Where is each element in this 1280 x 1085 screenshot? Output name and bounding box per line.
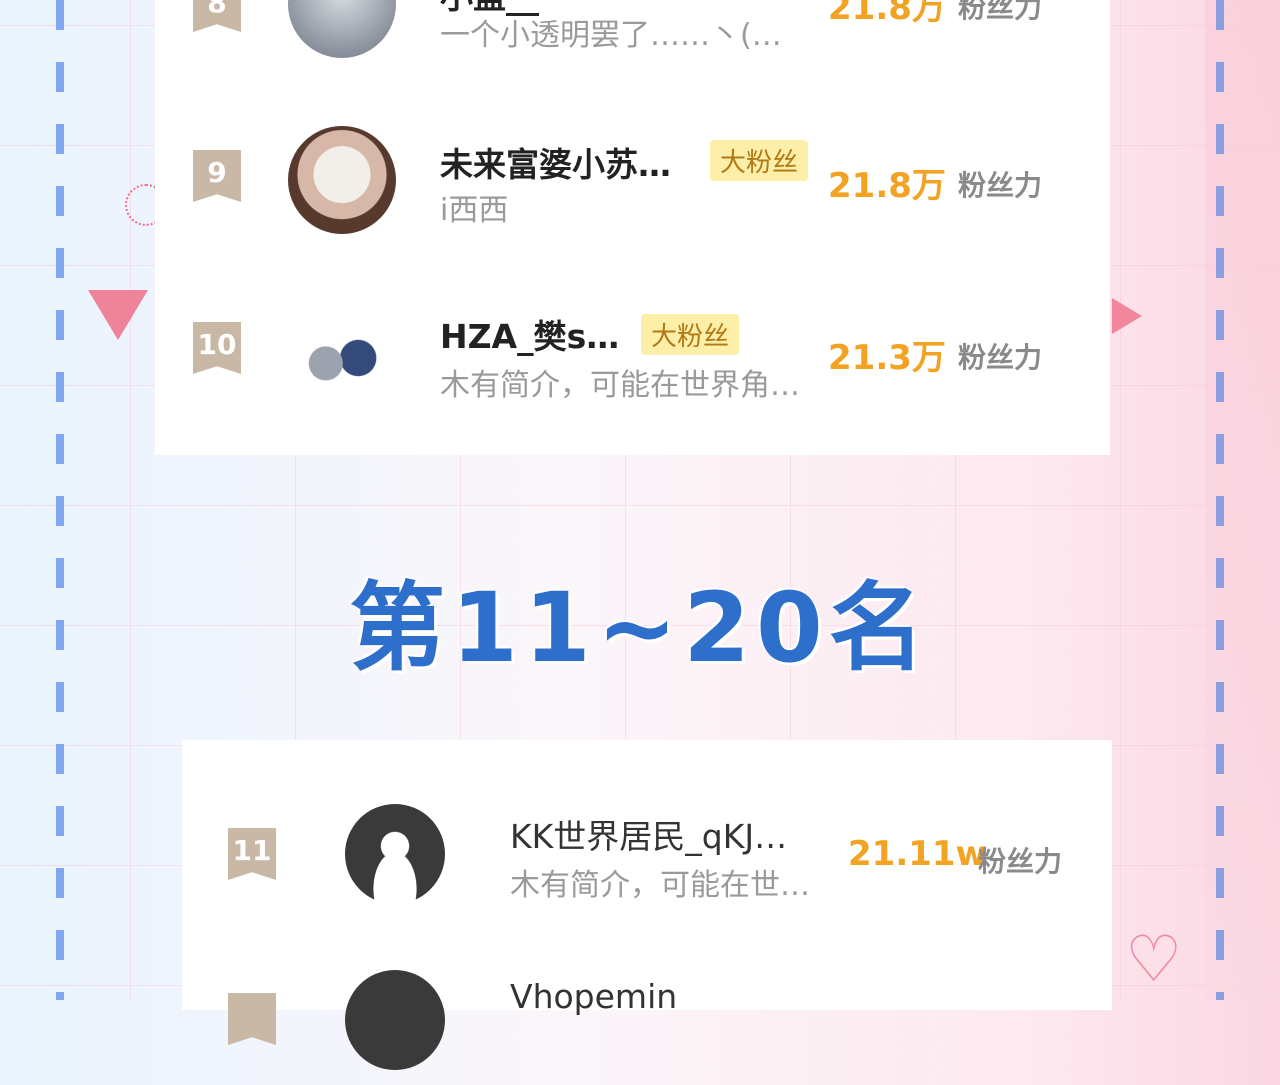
user-description: i西西 xyxy=(440,193,509,228)
fan-score-unit: 粉丝力 xyxy=(958,169,1043,202)
user-name[interactable]: Vhopemin xyxy=(510,977,677,1016)
triangle-decoration-icon xyxy=(88,290,148,340)
ranking-row-10[interactable]: 10 HZA_樊s… 大粉丝 木有简介，可能在世界角… 21.3万 粉丝力 xyxy=(155,300,1110,420)
fan-score: 21.8万 xyxy=(828,0,946,28)
rank-badge: 11 xyxy=(228,828,276,880)
rank-badge: 8 xyxy=(193,0,241,32)
avatar[interactable] xyxy=(345,804,445,904)
fan-tag: 大粉丝 xyxy=(710,140,809,181)
ranking-row-11[interactable]: 11 KK世界居民_qKJ… 木有简介，可能在世… 21.11w 粉丝力 xyxy=(182,800,1112,920)
user-name[interactable]: 未来富婆小苏… xyxy=(440,138,671,186)
user-description: 一个小透明罢了……丶(… xyxy=(440,18,782,53)
fan-score-unit: 粉丝力 xyxy=(958,0,1043,24)
avatar[interactable] xyxy=(288,304,396,412)
left-dashed-line xyxy=(56,0,64,1000)
fan-score: 21.11w xyxy=(848,834,987,874)
avatar[interactable] xyxy=(288,126,396,234)
avatar[interactable] xyxy=(345,970,445,1070)
user-name[interactable]: HZA_樊s… xyxy=(440,310,619,358)
avatar[interactable] xyxy=(288,0,396,58)
rank-badge: 10 xyxy=(193,322,241,374)
ranking-row-12[interactable]: Vhopemin xyxy=(182,965,1112,1085)
fan-score: 21.3万 xyxy=(828,338,946,378)
ranking-card: 8 小蓝__ 一个小透明罢了……丶(… 21.8万 粉丝力 9 未来富婆小苏… … xyxy=(155,0,1110,455)
ranking-row-9[interactable]: 9 未来富婆小苏… 大粉丝 i西西 21.8万 粉丝力 xyxy=(155,120,1110,240)
triangle-decoration-icon xyxy=(1112,298,1142,334)
fan-tag: 大粉丝 xyxy=(641,314,740,355)
section-title: 第11~20名 xyxy=(349,572,931,684)
user-name[interactable]: KK世界居民_qKJ… xyxy=(510,810,787,858)
heart-icon: ♡ xyxy=(1125,923,1183,997)
ranking-card: 11 KK世界居民_qKJ… 木有简介，可能在世… 21.11w 粉丝力 Vho… xyxy=(182,740,1112,1070)
fan-score-unit: 粉丝力 xyxy=(978,845,1063,878)
ranking-row-8[interactable]: 8 小蓝__ 一个小透明罢了……丶(… 21.8万 粉丝力 xyxy=(155,0,1110,58)
fan-score-unit: 粉丝力 xyxy=(958,341,1043,374)
rank-badge: 9 xyxy=(193,150,241,202)
user-description: 木有简介，可能在世界角… xyxy=(440,368,800,403)
right-dashed-line xyxy=(1216,0,1224,1000)
rank-badge xyxy=(228,993,276,1045)
fan-score: 21.8万 xyxy=(828,166,946,206)
user-description: 木有简介，可能在世… xyxy=(510,868,810,903)
